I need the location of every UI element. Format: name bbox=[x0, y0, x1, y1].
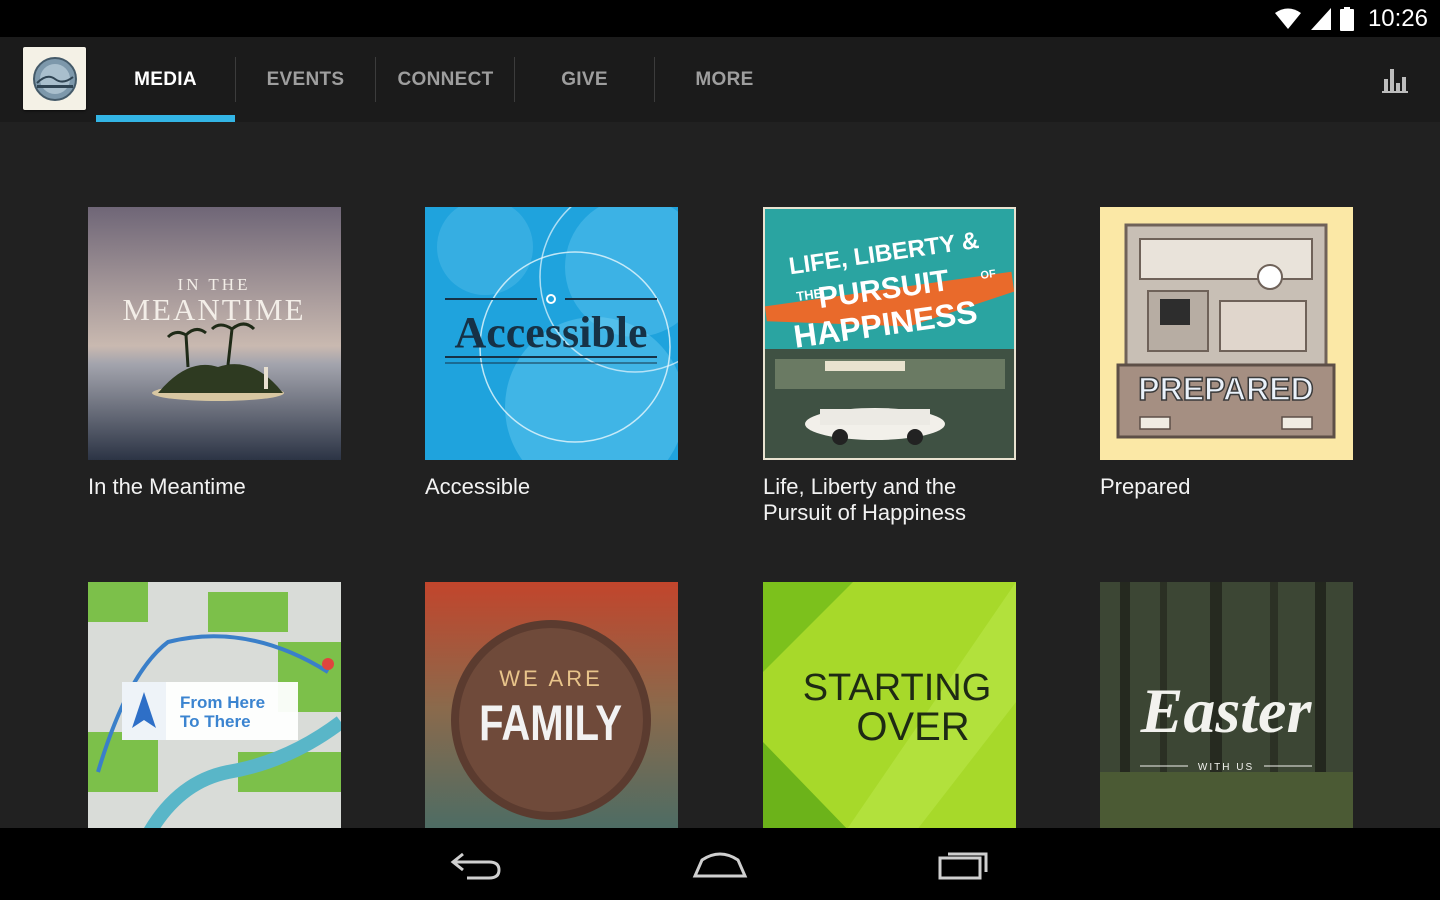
tab-give[interactable]: GIVE bbox=[515, 37, 654, 122]
art-text: FAMILY bbox=[479, 695, 622, 751]
media-card[interactable]: Accessible Accessible bbox=[425, 207, 678, 500]
media-thumbnail: Easter WITH US bbox=[1100, 582, 1353, 828]
art-text: OF bbox=[980, 268, 997, 282]
tab-media-label: MEDIA bbox=[134, 68, 197, 90]
recent-apps-icon bbox=[938, 852, 988, 880]
tab-connect-label: CONNECT bbox=[397, 68, 494, 90]
media-grid: IN THE MEANTIME In the Meantime Accessib… bbox=[0, 122, 1440, 828]
media-card[interactable]: WE ARE FAMILY bbox=[425, 582, 678, 828]
media-thumbnail: Accessible bbox=[425, 207, 678, 460]
tab-events[interactable]: EVENTS bbox=[236, 37, 375, 122]
tab-media[interactable]: MEDIA bbox=[96, 37, 235, 122]
tab-give-label: GIVE bbox=[561, 68, 608, 90]
home-icon bbox=[692, 852, 748, 878]
tab-more[interactable]: MORE bbox=[655, 37, 794, 122]
media-card[interactable]: PREPARED Prepared bbox=[1100, 207, 1353, 500]
status-icons: 10:26 bbox=[1274, 4, 1428, 34]
status-clock: 10:26 bbox=[1367, 5, 1428, 32]
art-text: OVER bbox=[856, 705, 969, 749]
tab-more-label: MORE bbox=[695, 68, 754, 90]
media-title: In the Meantime bbox=[88, 474, 246, 499]
art-text: Easter bbox=[1140, 675, 1313, 746]
media-thumbnail: IN THE MEANTIME bbox=[88, 207, 341, 460]
media-title: Prepared bbox=[1100, 474, 1191, 499]
signal-icon bbox=[1310, 8, 1331, 30]
art-text: WE ARE bbox=[499, 666, 603, 691]
art-text: To There bbox=[180, 712, 251, 731]
art-text: Accessible bbox=[454, 308, 647, 357]
media-card[interactable]: STARTING OVER bbox=[763, 582, 1016, 828]
tab-connect[interactable]: CONNECT bbox=[376, 37, 515, 122]
back-icon bbox=[450, 852, 501, 880]
bar-chart-icon bbox=[1382, 69, 1408, 93]
tab-events-label: EVENTS bbox=[266, 68, 345, 90]
stats-button[interactable] bbox=[1380, 65, 1410, 95]
action-bar: MEDIA EVENTS CONNECT GIVE MORE bbox=[0, 37, 1440, 122]
media-card[interactable]: IN THE MEANTIME In the Meantime bbox=[88, 207, 341, 500]
art-text: STARTING bbox=[803, 667, 992, 709]
app-logo[interactable] bbox=[23, 47, 86, 110]
art-text: MEANTIME bbox=[122, 292, 305, 327]
media-title: Life, Liberty and the Pursuit of Happine… bbox=[763, 474, 966, 525]
wifi-icon bbox=[1274, 8, 1301, 29]
media-thumbnail: From Here To There bbox=[88, 582, 341, 828]
church-logo-icon bbox=[32, 56, 77, 101]
media-card[interactable]: From Here To There bbox=[88, 582, 341, 828]
art-text: From Here bbox=[180, 693, 265, 712]
media-thumbnail: STARTING OVER bbox=[763, 582, 1016, 828]
media-thumbnail: LIFE, LIBERTY & THE PURSUIT OF HAPPINESS bbox=[763, 207, 1016, 460]
media-card[interactable]: Easter WITH US bbox=[1100, 582, 1353, 828]
media-thumbnail: WE ARE FAMILY bbox=[425, 582, 678, 828]
home-button[interactable] bbox=[688, 842, 752, 886]
recent-apps-button[interactable] bbox=[932, 842, 996, 886]
tab-selected-indicator bbox=[96, 115, 235, 122]
media-title: Accessible bbox=[425, 474, 531, 499]
status-bar: 10:26 bbox=[0, 0, 1440, 37]
media-card[interactable]: LIFE, LIBERTY & THE PURSUIT OF HAPPINESS… bbox=[763, 207, 1016, 526]
media-thumbnail: PREPARED bbox=[1100, 207, 1353, 460]
back-button[interactable] bbox=[444, 842, 508, 886]
navigation-bar bbox=[0, 828, 1440, 900]
battery-icon bbox=[1339, 7, 1354, 31]
art-text: PREPARED bbox=[1138, 371, 1313, 407]
art-text: WITH US bbox=[1198, 762, 1254, 773]
